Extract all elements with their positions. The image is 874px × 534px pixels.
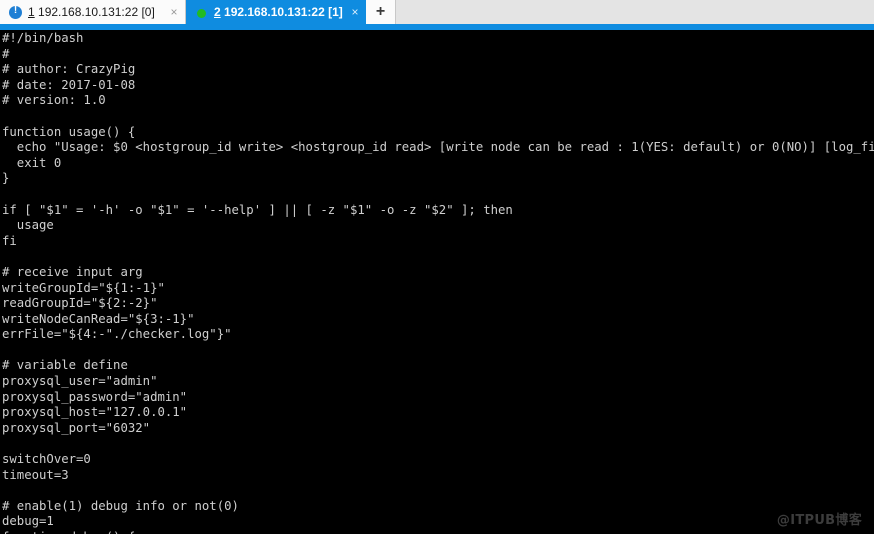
terminal-line: writeGroupId="${1:-1}" (2, 280, 165, 295)
terminal-line: # enable(1) debug info or not(0) (2, 498, 239, 513)
tab-session-2-title: 192.168.10.131:22 [1] (220, 5, 343, 19)
terminal-line: errFile="${4:-"./checker.log"}" (2, 327, 232, 342)
tab-session-2-close-icon[interactable]: × (348, 6, 362, 18)
terminal-line: timeout=3 (2, 467, 69, 482)
terminal-line: fi (2, 233, 17, 248)
tab-session-2-accel: 2 (214, 5, 221, 19)
terminal-line: # version: 1.0 (2, 93, 106, 108)
terminal-line: usage (2, 218, 54, 233)
tab-session-2[interactable]: 2 192.168.10.131:22 [1] × (186, 0, 366, 24)
terminal-line: switchOver=0 (2, 452, 91, 467)
terminal-line: # variable define (2, 358, 128, 373)
watermark: @ITPUB博客 (776, 513, 862, 528)
tab-session-1[interactable]: 1 192.168.10.131:22 [0] × (0, 0, 186, 24)
terminal-line: proxysql_port="6032" (2, 420, 151, 435)
tab-strip: 1 192.168.10.131:22 [0] × 2 192.168.10.1… (0, 0, 366, 24)
terminal-line: # receive input arg (2, 264, 143, 279)
terminal-line: function usage() { (2, 124, 136, 139)
terminal-line: writeNodeCanRead="${3:-1}" (2, 311, 195, 326)
terminal-window: 1 192.168.10.131:22 [0] × 2 192.168.10.1… (0, 0, 874, 534)
terminal-line: exit 0 (2, 155, 62, 170)
terminal-line: echo "Usage: $0 <hostgroup_id write> <ho… (2, 140, 874, 155)
terminal-line: readGroupId="${2:-2}" (2, 296, 158, 311)
terminal-line: #!/bin/bash (2, 31, 84, 45)
tab-session-1-label: 1 192.168.10.131:22 [0] (28, 5, 167, 19)
tab-session-1-accel: 1 (28, 5, 35, 19)
tab-session-2-label: 2 192.168.10.131:22 [1] (214, 5, 348, 19)
terminal-line: proxysql_user="admin" (2, 374, 158, 389)
terminal-line: # (2, 46, 10, 61)
terminal-text-buffer: #!/bin/bash # # author: CrazyPig # date: 20… (2, 31, 874, 534)
terminal-line: if [ "$1" = '-h' -o "$1" = '--help' ] ||… (2, 202, 513, 217)
alert-circle-icon (9, 5, 22, 19)
terminal-screen[interactable]: #!/bin/bash # # author: CrazyPig # date: 20… (0, 30, 874, 534)
terminal-line: function debug() { (2, 530, 874, 534)
tab-bar: 1 192.168.10.131:22 [0] × 2 192.168.10.1… (0, 0, 874, 30)
terminal-line: } (2, 171, 10, 186)
terminal-line: # author: CrazyPig (2, 62, 136, 77)
terminal-line: debug=1 (2, 514, 54, 529)
green-status-dot-icon (197, 8, 206, 18)
terminal-line: # date: 2017-01-08 (2, 77, 136, 92)
new-tab-button[interactable]: + (366, 0, 396, 24)
tab-session-1-close-icon[interactable]: × (167, 6, 181, 18)
terminal-line: proxysql_host="127.0.0.1" (2, 405, 188, 420)
tab-session-1-title: 192.168.10.131:22 [0] (34, 5, 155, 19)
terminal-line: proxysql_password="admin" (2, 389, 188, 404)
